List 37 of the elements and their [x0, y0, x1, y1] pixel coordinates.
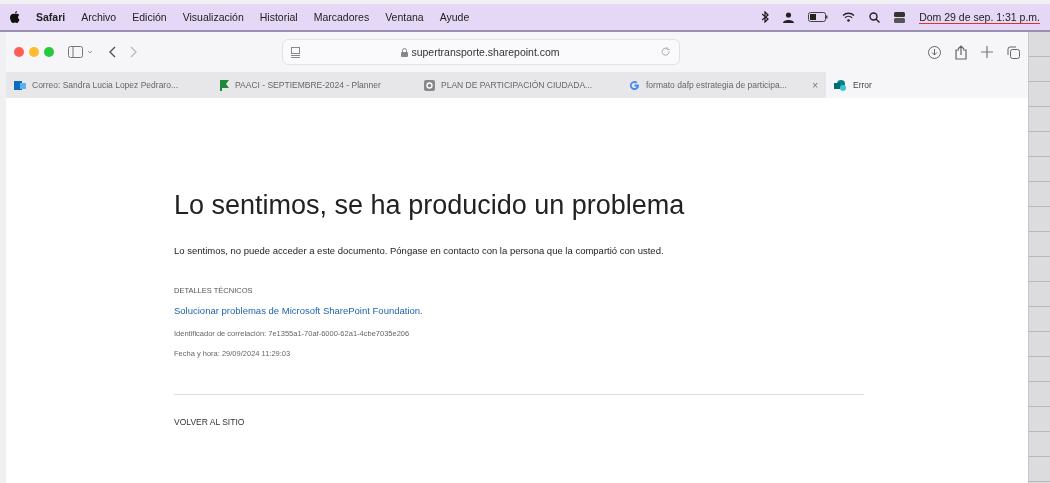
wifi-icon[interactable]	[842, 12, 856, 22]
error-message: Lo sentimos, no puede acceder a este documento. Póngase en contacto con la persona que la compartió con usted.	[174, 245, 665, 256]
sharepoint-icon	[834, 79, 847, 91]
mail-icon	[14, 79, 26, 91]
error-heading: Lo sentimos, se ha producido un problema	[174, 190, 686, 221]
close-window-button[interactable]	[14, 47, 24, 57]
menu-item[interactable]: Ayude	[439, 11, 470, 23]
apple-logo-icon[interactable]	[10, 11, 20, 23]
help-link[interactable]: Solucionar problemas de Microsoft SharePoint Foundation.	[174, 305, 423, 316]
menu-item[interactable]: Visualización	[182, 11, 244, 23]
menu-item[interactable]: Safari	[36, 11, 66, 23]
menu-clock[interactable]: Dom 29 de sep. 1:31 p.m.	[919, 10, 1040, 24]
search-icon[interactable]	[869, 11, 881, 23]
user-icon[interactable]	[783, 11, 795, 23]
back-icon[interactable]	[108, 46, 116, 58]
browser-tab[interactable]: Error	[826, 72, 1028, 98]
flag-icon	[219, 79, 229, 91]
address-text: supertransporte.sharepoint.com	[411, 46, 560, 58]
menu-item[interactable]: Marcadores	[313, 11, 370, 23]
tabs-overview-icon[interactable]	[1007, 45, 1020, 59]
sidebar-icon[interactable]	[68, 46, 94, 58]
address-field[interactable]: supertransporte.sharepoint.com	[282, 39, 680, 65]
share-icon[interactable]	[955, 44, 967, 60]
bluetooth-icon[interactable]	[762, 11, 770, 23]
battery-icon[interactable]	[808, 12, 829, 22]
menu-item[interactable]: Edición	[132, 11, 167, 23]
menu-item[interactable]: Archivo	[81, 11, 117, 23]
reader-icon[interactable]	[291, 46, 300, 58]
g-logo-icon	[629, 79, 640, 91]
back-link[interactable]: VOLVER AL SITIO	[174, 417, 245, 427]
lock-icon	[401, 48, 409, 57]
document-icon	[424, 79, 435, 91]
control-center-icon[interactable]	[894, 11, 906, 23]
menu-item[interactable]: Historial	[259, 11, 298, 23]
new-tab-icon[interactable]	[981, 46, 993, 58]
menu-item[interactable]: Ventana	[385, 11, 424, 23]
download-icon[interactable]	[928, 45, 941, 59]
